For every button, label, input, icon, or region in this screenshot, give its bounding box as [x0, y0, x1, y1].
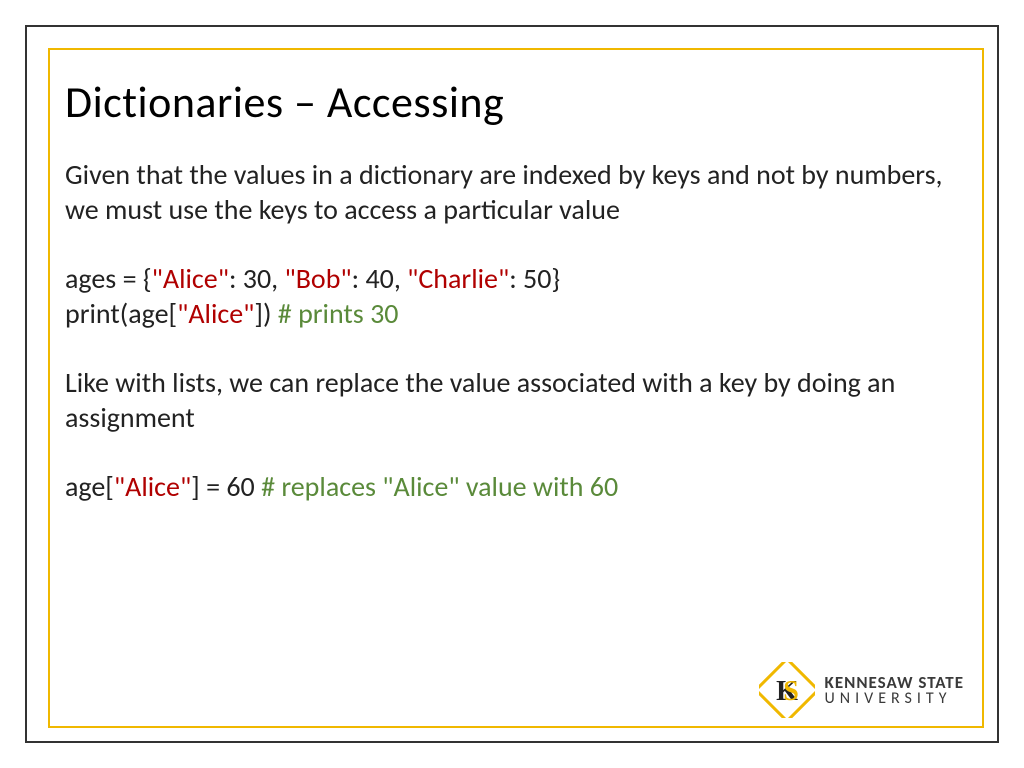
code-text: age[ — [65, 469, 114, 504]
code-text: ] = 60 — [191, 469, 261, 504]
code-comment: # replaces "Alice" value with 60 — [261, 469, 618, 504]
code-string: "Alice" — [177, 296, 254, 331]
code-text: ages = { — [65, 261, 152, 296]
code-string: "Charlie" — [407, 261, 509, 296]
code-line: print(age["Alice"]) # prints 30 — [65, 296, 959, 331]
paragraph-1: Given that the values in a dictionary ar… — [65, 157, 959, 227]
code-text: print(age[ — [65, 296, 177, 331]
code-text: : 40, — [352, 261, 408, 296]
logo-mark-icon: K S — [759, 662, 815, 718]
code-block-1: ages = {"Alice": 30, "Bob": 40, "Charlie… — [65, 261, 959, 331]
logo-line2: UNIVERSITY — [825, 691, 964, 707]
slide-content: Dictionaries – Accessing Given that the … — [65, 75, 959, 538]
logo-text: KENNESAW STATE UNIVERSITY — [825, 674, 964, 707]
code-line: ages = {"Alice": 30, "Bob": 40, "Charlie… — [65, 261, 959, 296]
logo-line1: KENNESAW STATE — [825, 674, 964, 691]
university-logo: K S KENNESAW STATE UNIVERSITY — [759, 662, 964, 718]
code-block-2: age["Alice"] = 60 # replaces "Alice" val… — [65, 469, 959, 504]
code-text: ]) — [254, 296, 277, 331]
code-text: : 30, — [229, 261, 285, 296]
code-string: "Bob" — [284, 261, 351, 296]
code-line: age["Alice"] = 60 # replaces "Alice" val… — [65, 469, 959, 504]
code-comment: # prints 30 — [278, 296, 399, 331]
svg-text:S: S — [783, 676, 799, 707]
code-string: "Alice" — [114, 469, 191, 504]
code-text: : 50} — [509, 261, 560, 296]
slide-title: Dictionaries – Accessing — [65, 75, 959, 129]
paragraph-2: Like with lists, we can replace the valu… — [65, 365, 959, 435]
code-string: "Alice" — [152, 261, 229, 296]
